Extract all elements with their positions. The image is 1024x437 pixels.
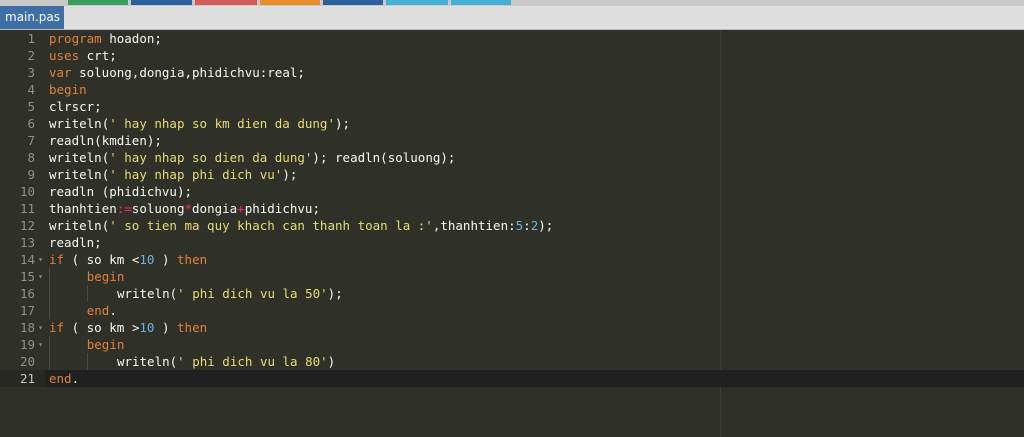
line-number-text: 21 <box>19 371 35 386</box>
line-number-text: 12 <box>19 218 35 233</box>
top-strip-segment <box>68 0 128 5</box>
line-number-text: 19 <box>19 337 35 352</box>
code-line[interactable]: readln(kmdien); <box>45 132 1024 149</box>
indent-guide <box>86 285 117 302</box>
line-number-text: 4 <box>27 82 35 97</box>
code-line[interactable]: begin <box>45 81 1024 98</box>
line-number: 18 ▾ <box>0 319 45 336</box>
line-number: 12 <box>0 217 45 234</box>
line-number: 16 <box>0 285 45 302</box>
line-number: 11 <box>0 200 45 217</box>
line-number-text: 10 <box>19 184 35 199</box>
code-line[interactable]: writeln(' so tien ma quy khach can thanh… <box>45 217 1024 234</box>
line-number: 9 <box>0 166 45 183</box>
line-number-text: 20 <box>19 354 35 369</box>
line-number-text: 16 <box>19 286 35 301</box>
indent-guide <box>49 302 87 319</box>
indent-guide <box>49 353 87 370</box>
file-tab-bar: main.pas <box>0 6 1024 30</box>
line-number-text: 13 <box>19 235 35 250</box>
code-line[interactable]: writeln(' hay nhap phi dich vu'); <box>45 166 1024 183</box>
code-editor[interactable]: 1 2 3 4 5 6 7 8 9 10 11 12 13 14 ▾ 15 ▾ 16 17 18 ▾ 19 ▾ 20 21 pr… <box>0 30 1024 437</box>
line-number-text: 9 <box>27 167 35 182</box>
code-line[interactable]: thanhtien:=soluong*dongia+phidichvu; <box>45 200 1024 217</box>
line-number: 3 <box>0 64 45 81</box>
indent-guide <box>49 268 87 285</box>
top-strip-segment <box>386 0 448 5</box>
code-line[interactable]: end. <box>45 370 1024 387</box>
code-area[interactable]: program hoadon; uses crt; var soluong,dong… <box>45 30 1024 437</box>
top-strip-segment <box>451 0 511 5</box>
line-number-gutter: 1 2 3 4 5 6 7 8 9 10 11 12 13 14 ▾ 15 ▾ 16 17 18 ▾ 19 ▾ 20 21 <box>0 30 45 437</box>
code-line[interactable]: end. <box>45 302 1024 319</box>
line-number-text: 1 <box>27 31 35 46</box>
line-number: 6 <box>0 115 45 132</box>
top-strip-segment <box>260 0 320 5</box>
indent-guide <box>49 285 87 302</box>
line-number-text: 18 <box>19 320 35 335</box>
top-strip-segment <box>195 0 257 5</box>
indent-guide <box>86 353 117 370</box>
line-number: 14 ▾ <box>0 251 45 268</box>
code-line[interactable]: uses crt; <box>45 47 1024 64</box>
top-strip-segment <box>131 0 192 5</box>
code-line[interactable]: readln (phidichvu); <box>45 183 1024 200</box>
indent-guide <box>49 336 87 353</box>
line-number: 1 <box>0 30 45 47</box>
code-line[interactable]: begin <box>45 336 1024 353</box>
code-line[interactable]: begin <box>45 268 1024 285</box>
code-line[interactable]: var soluong,dongia,phidichvu:real; <box>45 64 1024 81</box>
line-number-text: 8 <box>27 150 35 165</box>
line-number: 4 <box>0 81 45 98</box>
fold-arrow-icon[interactable]: ▾ <box>38 251 43 268</box>
line-number: 2 <box>0 47 45 64</box>
code-line[interactable]: writeln(' phi dich vu la 80') <box>45 353 1024 370</box>
code-line[interactable]: program hoadon; <box>45 30 1024 47</box>
code-line[interactable]: writeln(' hay nhap so dien da dung'); re… <box>45 149 1024 166</box>
line-number-text: 7 <box>27 133 35 148</box>
code-line[interactable]: if ( so km <10 ) then <box>45 251 1024 268</box>
line-number: 5 <box>0 98 45 115</box>
line-number-text: 17 <box>19 303 35 318</box>
line-number-text: 14 <box>19 252 35 267</box>
line-number: 17 <box>0 302 45 319</box>
line-number: 20 <box>0 353 45 370</box>
code-line[interactable]: writeln(' hay nhap so km dien da dung'); <box>45 115 1024 132</box>
line-number: 7 <box>0 132 45 149</box>
fold-arrow-icon[interactable]: ▾ <box>38 336 43 353</box>
code-line[interactable]: if ( so km >10 ) then <box>45 319 1024 336</box>
code-line[interactable]: writeln(' phi dich vu la 50'); <box>45 285 1024 302</box>
line-number-text: 6 <box>27 116 35 131</box>
line-number-text: 2 <box>27 48 35 63</box>
fold-arrow-icon[interactable]: ▾ <box>38 268 43 285</box>
line-number-text: 3 <box>27 65 35 80</box>
fold-arrow-icon[interactable]: ▾ <box>38 319 43 336</box>
line-number-text: 11 <box>19 201 35 216</box>
top-strip-segment <box>323 0 383 5</box>
line-number-text: 5 <box>27 99 35 114</box>
code-line[interactable]: clrscr; <box>45 98 1024 115</box>
line-number: 15 ▾ <box>0 268 45 285</box>
line-number: 21 <box>0 370 45 387</box>
line-number-text: 15 <box>19 269 35 284</box>
line-number: 13 <box>0 234 45 251</box>
code-line[interactable]: readln; <box>45 234 1024 251</box>
file-tab-main-pas[interactable]: main.pas <box>0 6 64 29</box>
line-number: 8 <box>0 149 45 166</box>
line-number: 10 <box>0 183 45 200</box>
line-number: 19 ▾ <box>0 336 45 353</box>
